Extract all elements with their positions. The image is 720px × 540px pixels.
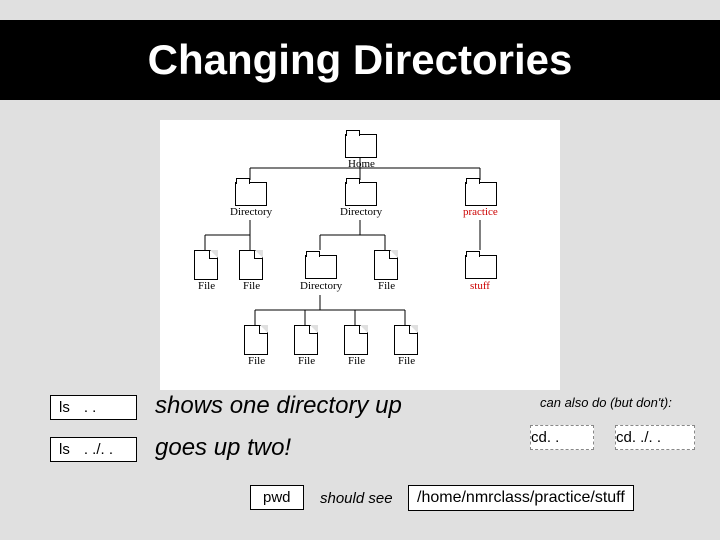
folder-icon [305,255,337,279]
file-icon [244,325,268,355]
path-output: /home/nmrclass/practice/stuff [408,485,634,511]
cd-dotdot-dotdot-command: cd. ./. . [615,425,695,450]
file-label: File [243,280,260,292]
home-label: Home [348,158,375,170]
pwd-command: pwd [250,485,304,510]
file-label: File [248,355,265,367]
folder-icon [345,182,377,206]
file-icon [294,325,318,355]
slide-title: Changing Directories [0,20,720,100]
cmd-text: ls [59,441,70,458]
slide: Changing Directories [0,0,720,540]
desc-two-up: goes up two! [155,434,291,462]
file-label: File [398,355,415,367]
directory-label: Directory [230,206,272,218]
file-icon [194,250,218,280]
file-label: File [298,355,315,367]
file-icon [394,325,418,355]
file-icon [344,325,368,355]
file-label: File [378,280,395,292]
cmd-arg: . . [84,399,97,416]
file-label: File [348,355,365,367]
ls-dotdot-command: ls . . [50,395,137,420]
folder-icon [465,255,497,279]
file-icon [239,250,263,280]
cmd-text: ls [59,399,70,416]
file-label: File [198,280,215,292]
cmd-text: cd [531,429,547,446]
desc-one-up: shows one directory up [155,392,402,420]
stuff-label: stuff [470,280,490,292]
cd-dotdot-command: cd. . [530,425,594,450]
should-see-text: should see [320,490,393,507]
folder-icon [235,182,267,206]
cmd-arg: . ./. . [84,441,113,458]
file-icon [374,250,398,280]
cmd-arg: . . [547,429,560,446]
directory-tree-diagram: Home Directory Directory practice File F… [160,120,560,390]
practice-label: practice [463,206,498,218]
cmd-arg: . ./. . [632,429,661,446]
cmd-text: cd [616,429,632,446]
folder-icon [465,182,497,206]
directory-label: Directory [300,280,342,292]
folder-icon [345,134,377,158]
ls-dotdot-dotdot-command: ls . ./. . [50,437,137,462]
note-text: can also do (but don't): [540,395,672,410]
directory-label: Directory [340,206,382,218]
